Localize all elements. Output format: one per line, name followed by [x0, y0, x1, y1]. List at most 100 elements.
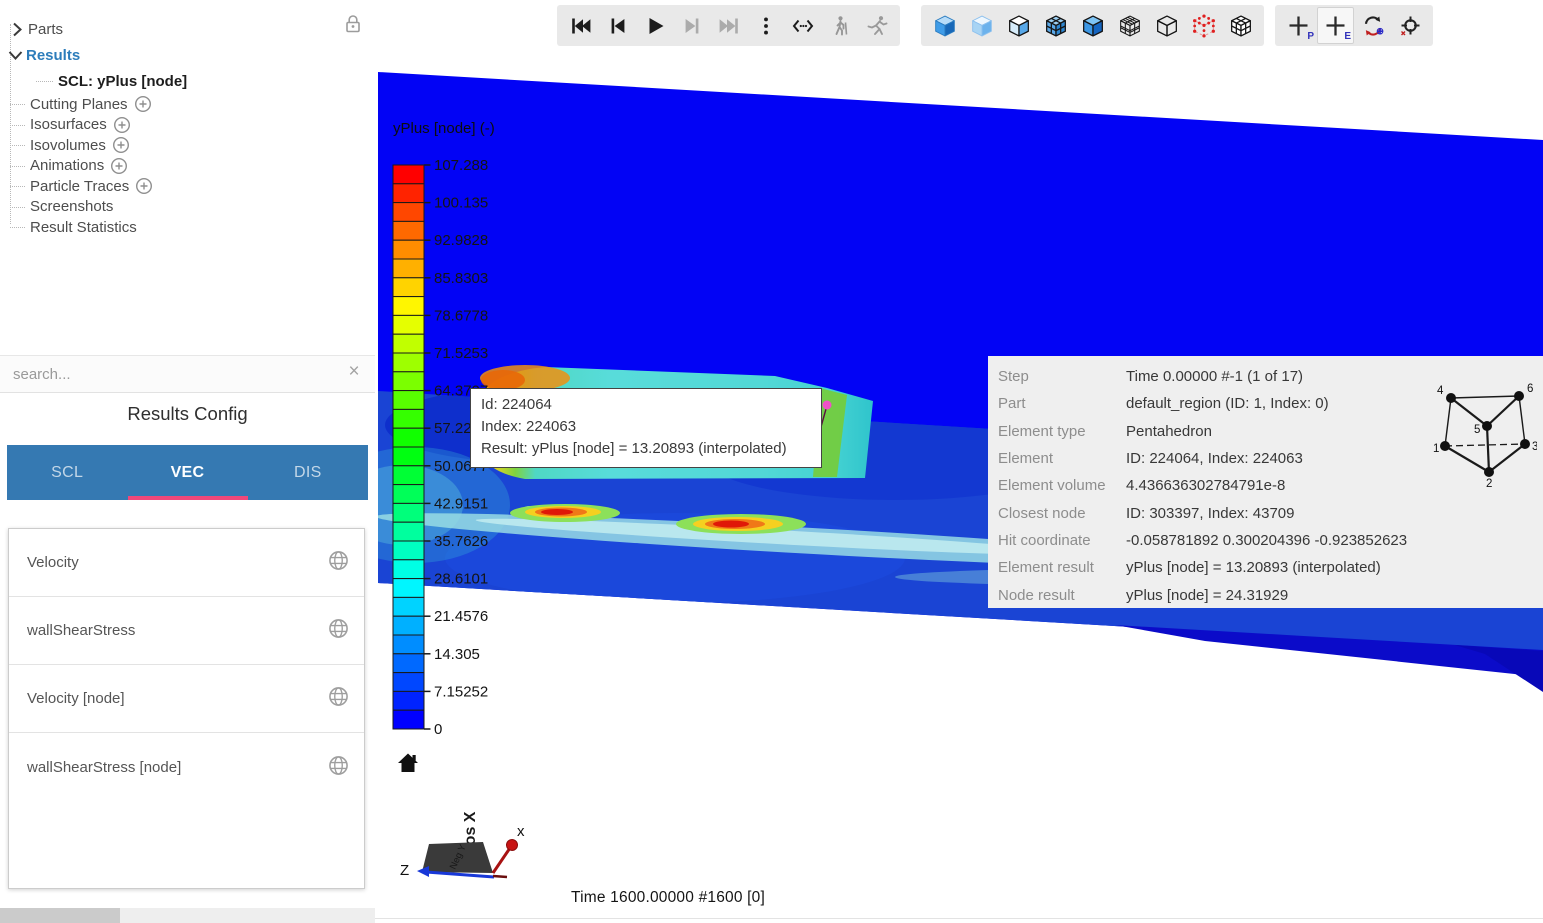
tree-item-isovolumes[interactable]: Isovolumes [0, 135, 374, 156]
step-forward-button[interactable] [673, 7, 710, 44]
tab-scl[interactable]: SCL [7, 445, 127, 500]
info-row-value: ID: 224064, Index: 224063 [1126, 450, 1303, 467]
tree-item-screenshots[interactable]: Screenshots [0, 197, 374, 218]
play-button[interactable] [636, 7, 673, 44]
pick-element-icon-label: E [1344, 31, 1351, 42]
search-input[interactable] [0, 356, 345, 392]
tree-item-results[interactable]: Results [0, 42, 374, 68]
tree-item-particle-traces[interactable]: Particle Traces [0, 176, 374, 197]
info-row-value: Pentahedron [1126, 423, 1212, 440]
legend-label: 107.288 [434, 157, 488, 174]
chevron-down-icon[interactable] [4, 45, 26, 65]
pentahedron-diagram: 4 6 5 1 3 2 [1433, 380, 1537, 496]
info-row-value: yPlus [node] = 24.31929 [1126, 587, 1288, 604]
step-back-button[interactable] [599, 7, 636, 44]
legend-label: 100.135 [434, 195, 488, 212]
penta-node-1: 1 [1433, 443, 1439, 455]
tree-item-cutting-planes[interactable]: Cutting Planes [0, 94, 374, 115]
add-icon[interactable] [113, 116, 131, 134]
globe-icon[interactable] [327, 685, 350, 712]
globe-icon[interactable] [327, 617, 350, 644]
tree-item-label: Result Statistics [30, 219, 137, 236]
view-shaded-button[interactable] [963, 7, 1000, 44]
info-row-element-result: Element resultyPlus [node] = 13.20893 (i… [998, 554, 1543, 581]
skip-to-start-button[interactable] [562, 7, 599, 44]
pick-element-button[interactable]: E [1317, 7, 1354, 44]
vector-field-label: Velocity [node] [27, 690, 327, 707]
penta-node-3: 3 [1532, 441, 1537, 453]
tree-item-label: Screenshots [30, 198, 113, 215]
globe-icon[interactable] [327, 549, 350, 576]
add-icon[interactable] [110, 157, 128, 175]
info-row-value: Time 0.00000 #-1 (1 of 17) [1126, 368, 1303, 385]
sidebar-horizontal-scrollbar[interactable] [0, 908, 375, 923]
playback-toolbar [557, 5, 900, 46]
legend-label: 35.7626 [434, 533, 488, 550]
tree-item-result-statistics[interactable]: Result Statistics [0, 217, 374, 238]
more-options-button[interactable] [747, 7, 784, 44]
vector-fields-card: Velocity wallShearStress Velocity [node] wa… [8, 528, 365, 889]
axis-triad[interactable]: Pos X Neg Y x Z [395, 778, 555, 895]
info-row-label: Element type [998, 423, 1126, 440]
view-full-wireframe-button[interactable] [1111, 7, 1148, 44]
tree-item-label: Isosurfaces [30, 116, 107, 133]
lock-icon[interactable] [341, 12, 365, 41]
tree-item-isosurfaces[interactable]: Isosurfaces [0, 115, 374, 136]
tree-item-animations[interactable]: Animations [0, 156, 374, 177]
z-axis-arrowhead [417, 866, 429, 877]
info-row-label: Step [998, 368, 1126, 385]
walk-mode-button[interactable] [821, 7, 858, 44]
x-axis-ball [507, 840, 518, 851]
add-icon[interactable] [112, 136, 130, 154]
probe-toolbar: PE [1275, 5, 1433, 46]
view-solid-button[interactable] [926, 7, 963, 44]
run-mode-button[interactable] [858, 7, 895, 44]
view-hidden-surface-button[interactable] [1074, 7, 1111, 44]
legend-label: 0 [434, 721, 442, 738]
view-mesh-lines-button[interactable] [1222, 7, 1259, 44]
render-viewport[interactable]: 107.288100.13592.982885.830378.677871.52… [375, 0, 1543, 923]
chevron-right-icon[interactable] [6, 19, 28, 39]
probe-rotate-button[interactable] [1354, 7, 1391, 44]
tree-item-label: Particle Traces [30, 178, 129, 195]
tab-dis[interactable]: DIS [248, 445, 368, 500]
info-row-value: ID: 303397, Index: 43709 [1126, 505, 1294, 522]
home-icon[interactable] [395, 750, 421, 781]
info-row-label: Hit coordinate [998, 532, 1126, 549]
add-icon[interactable] [134, 95, 152, 113]
axis-z-label: Z [400, 862, 409, 879]
info-row-value: 4.436636302784791e-8 [1126, 477, 1285, 494]
vector-field-wallshearstress[interactable]: wallShearStress [9, 597, 364, 665]
trace-range-button[interactable] [784, 7, 821, 44]
tree-item-label: Animations [30, 157, 104, 174]
view-surface-button[interactable] [1000, 7, 1037, 44]
vector-field-label: Velocity [27, 554, 327, 571]
penta-node-2: 2 [1486, 478, 1492, 490]
add-icon[interactable] [135, 177, 153, 195]
penta-node-6: 6 [1527, 383, 1533, 395]
tree-item-label: Results [26, 47, 80, 64]
vector-field-wallshearstress-node[interactable]: wallShearStress [node] [9, 733, 364, 801]
tree-item-parts[interactable]: Parts [0, 16, 374, 42]
pick-point-icon-label: P [1307, 31, 1314, 42]
view-mode-toolbar [921, 5, 1264, 46]
info-row-hit-coordinate: Hit coordinate-0.058781892 0.300204396 -… [998, 527, 1543, 554]
pick-point-button[interactable]: P [1280, 7, 1317, 44]
globe-icon[interactable] [327, 754, 350, 781]
tab-vec[interactable]: VEC [127, 445, 247, 500]
vector-field-velocity-node[interactable]: Velocity [node] [9, 665, 364, 733]
viewport-bottom-divider [375, 918, 1543, 919]
view-surface-mesh-button[interactable] [1037, 7, 1074, 44]
tree-item-label: SCL: yPlus [node] [58, 73, 187, 90]
skip-to-end-button[interactable] [710, 7, 747, 44]
view-wireframe-button[interactable] [1148, 7, 1185, 44]
penta-node-5: 5 [1474, 424, 1480, 436]
close-icon[interactable]: × [343, 361, 365, 383]
view-points-button[interactable] [1185, 7, 1222, 44]
tree-item-scl-yplus-node[interactable]: SCL: yPlus [node] [0, 68, 374, 94]
vector-field-velocity[interactable]: Velocity [9, 529, 364, 597]
legend-label: 92.9828 [434, 232, 488, 249]
scrollbar-thumb[interactable] [0, 908, 120, 923]
legend-label: 42.9151 [434, 495, 488, 512]
probe-target-button[interactable] [1391, 7, 1428, 44]
